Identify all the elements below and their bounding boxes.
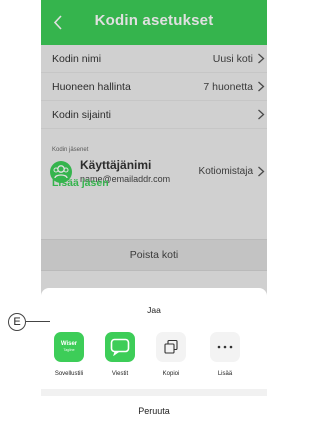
more-icon [210,332,240,362]
share-option-more[interactable]: Lisää [200,332,250,377]
app-icon-text: Wiser [60,341,78,347]
share-option-label: Viestit [111,371,129,377]
message-icon [105,332,135,362]
share-sheet-title: Jaa [147,305,161,315]
share-option-app-account[interactable]: Wiser Tagline Sovellustili [44,332,94,377]
phone-screen: Kodin asetukset Kodin nimi Uusi koti Huo… [41,0,267,436]
share-option-label: Sovellustili [54,371,84,377]
share-option-label: Lisää [217,371,233,377]
callout-leader-line [26,321,50,322]
app-icon: Wiser Tagline [54,332,84,362]
cancel-button[interactable]: Peruuta [41,406,267,416]
copy-icon [156,332,186,362]
share-sheet: Jaa Wiser Tagline Sovellustili Viestit K… [41,288,267,436]
share-option-copy[interactable]: Kopioi [146,332,196,377]
share-option-messages[interactable]: Viestit [95,332,145,377]
app-icon-subtext: Tagline [63,348,75,352]
divider [41,389,267,396]
share-option-label: Kopioi [162,371,180,377]
callout-marker: E [8,313,26,331]
